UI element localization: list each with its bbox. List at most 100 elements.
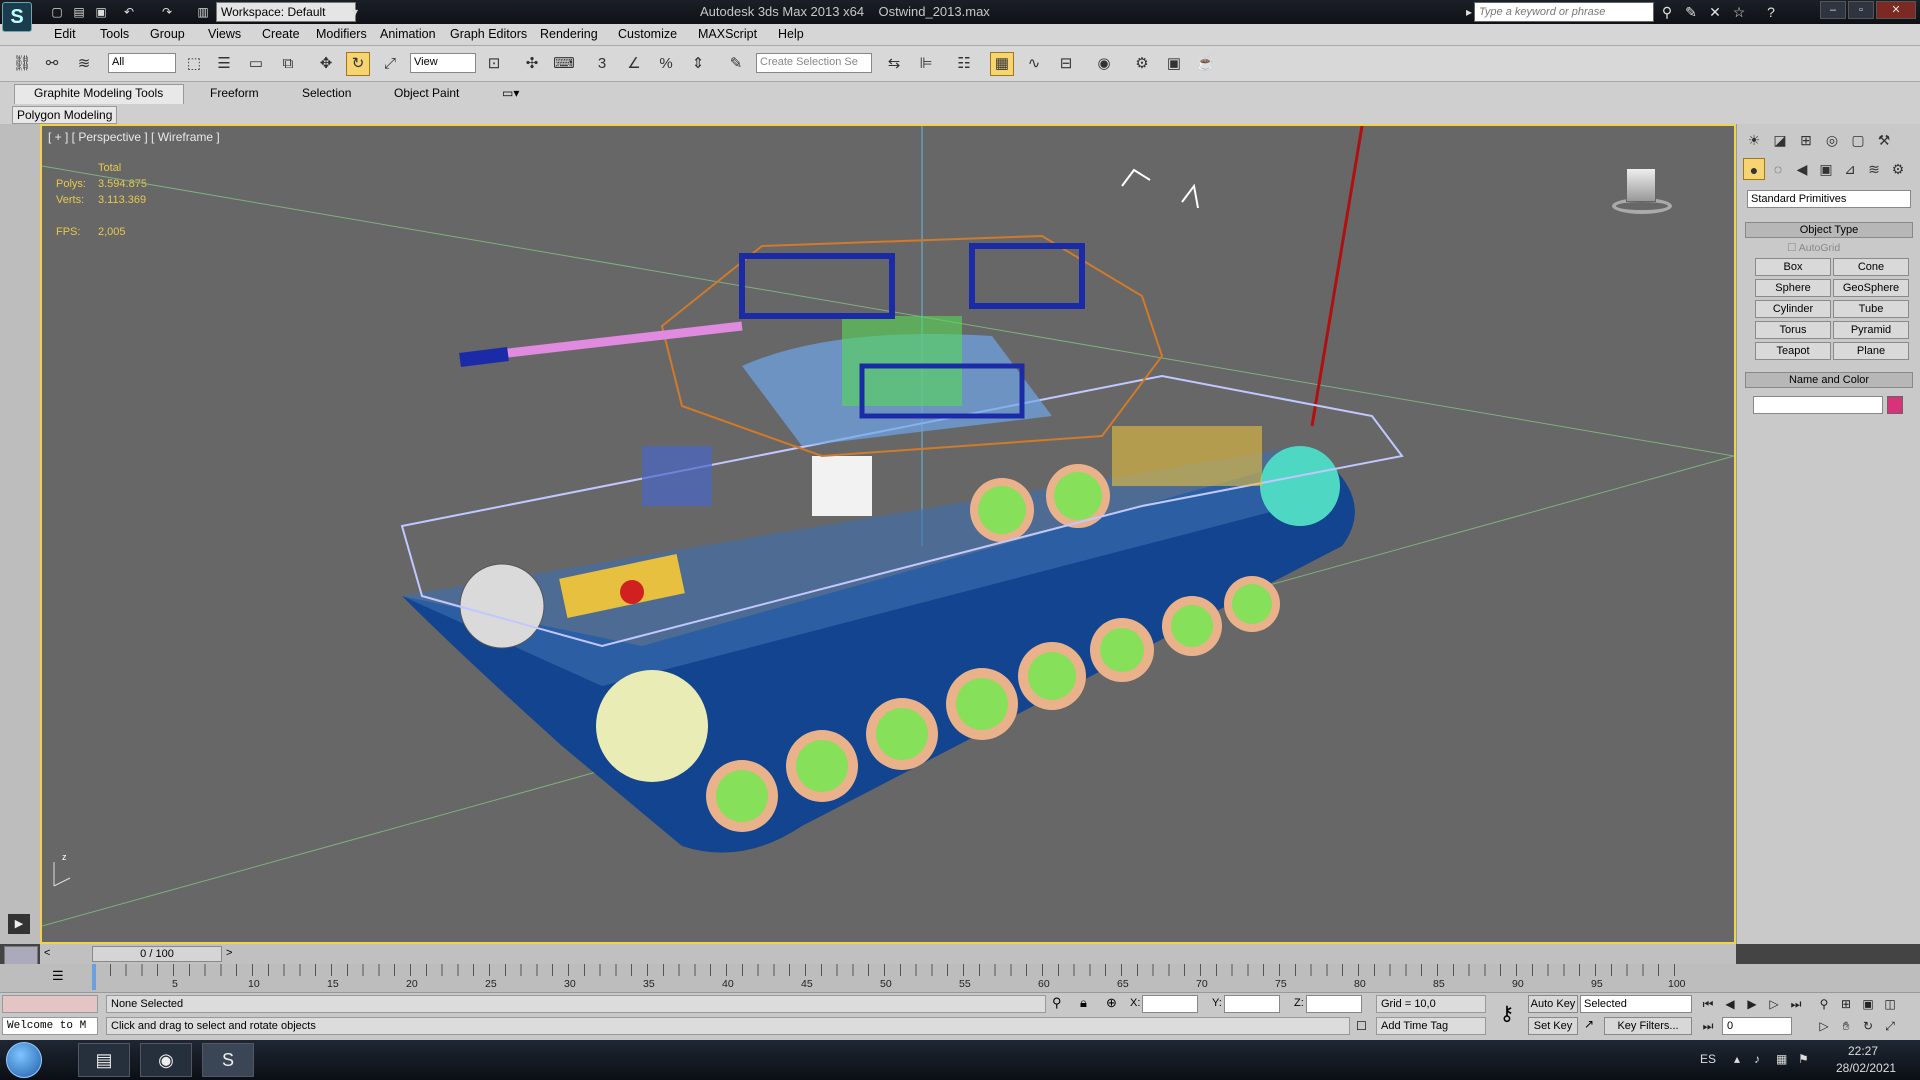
network-icon[interactable]: ▦ [1776,1052,1787,1066]
hierarchy-tab-icon[interactable]: ⊞ [1795,129,1817,151]
reference-coordinate-dropdown[interactable]: View [410,53,476,73]
graphite-toggle-icon[interactable]: ▦ [990,52,1014,76]
primitive-category-dropdown[interactable]: Standard Primitives [1747,190,1911,208]
plane-button[interactable]: Plane [1833,342,1909,360]
pyramid-button[interactable]: Pyramid [1833,321,1909,339]
modify-tab-icon[interactable]: ◪ [1769,129,1791,151]
window-crossing-icon[interactable]: ⧉ [276,52,300,76]
undo-icon[interactable]: ↶ [120,3,138,21]
schematic-view-icon[interactable]: ⊟ [1054,52,1078,76]
clock-date[interactable]: 28/02/2021 [1836,1061,1896,1075]
tab-graphite-modeling-tools[interactable]: Graphite Modeling Tools [34,86,163,100]
motion-tab-icon[interactable]: ◎ [1821,129,1843,151]
language-indicator[interactable]: ES [1700,1052,1716,1066]
select-object-icon[interactable]: ⬚ [182,52,206,76]
expand-play-icon[interactable]: ▶ [8,914,30,934]
key-mode-dropdown[interactable]: Selected [1580,995,1692,1013]
menu-modifiers[interactable]: Modifiers [316,27,367,41]
menu-help[interactable]: Help [778,27,804,41]
snaps-toggle-icon[interactable]: 3 [590,52,614,76]
systems-icon[interactable]: ⚙ [1887,158,1909,180]
open-mini-curve-editor-icon[interactable]: ☰ [52,968,72,986]
select-scale-icon[interactable]: ⤢ [378,52,402,76]
name-and-color-rollout[interactable]: Name and Color [1745,372,1913,388]
shapes-icon[interactable]: ◌ [1767,158,1789,180]
render-setup-icon[interactable]: ⚙ [1130,52,1154,76]
zoom-all-icon[interactable]: ⊞ [1836,995,1856,1013]
align-icon[interactable]: ⊫ [914,52,938,76]
time-next-arrow-icon[interactable]: > [226,947,232,959]
select-by-name-icon[interactable]: ☰ [212,52,236,76]
key-filters-button[interactable]: Key Filters... [1604,1017,1692,1035]
absolute-mode-icon[interactable]: ⊕ [1106,995,1117,1011]
field-of-view-icon[interactable]: ▷ [1814,1017,1834,1035]
close-button[interactable]: ✕ [1876,1,1916,19]
tab-selection[interactable]: Selection [302,86,351,100]
bind-spacewarp-icon[interactable]: ≋ [72,52,96,76]
maximize-button[interactable]: ▫ [1848,1,1874,19]
zoom-extents-icon[interactable]: ▣ [1858,995,1878,1013]
tab-freeform[interactable]: Freeform [210,86,259,100]
workspace-arrow-icon[interactable]: ▾ [346,3,364,21]
previous-frame-icon[interactable]: ◀ [1720,995,1740,1013]
current-frame-input[interactable]: 0 [1722,1017,1792,1035]
menu-edit[interactable]: Edit [54,27,76,41]
y-coordinate-input[interactable] [1224,995,1280,1013]
binoculars-icon[interactable]: ⚲ [1658,3,1676,21]
open-file-icon[interactable]: ▤ [70,3,88,21]
firefox-taskbar-icon[interactable]: ◉ [140,1043,192,1077]
maxscript-mini-listener[interactable]: Welcome to M [2,1017,98,1035]
auto-key-button[interactable]: Auto Key [1528,995,1578,1013]
object-type-rollout[interactable]: Object Type [1745,222,1913,238]
new-file-icon[interactable]: ▢ [48,3,66,21]
mirror-icon[interactable]: ⇆ [882,52,906,76]
named-selection-dropdown[interactable]: Create Selection Se [756,53,872,73]
minimize-button[interactable]: – [1820,1,1846,19]
tab-object-paint[interactable]: Object Paint [394,86,459,100]
helpers-icon[interactable]: ⊿ [1839,158,1861,180]
goto-start-icon[interactable]: ⏮ [1698,995,1718,1013]
unlink-icon[interactable]: ⚯ [40,52,64,76]
menu-graph-editors[interactable]: Graph Editors [450,27,527,41]
geometry-icon[interactable]: ● [1743,158,1765,180]
start-button[interactable] [6,1042,42,1078]
next-frame-icon[interactable]: ▷ [1764,995,1784,1013]
material-editor-icon[interactable]: ◉ [1092,52,1116,76]
ribbon-options-icon[interactable]: ▭▾ [502,86,519,100]
pan-icon[interactable]: ✋︎ [1836,1017,1856,1035]
time-tag-checkbox-icon[interactable]: ☐ [1356,1019,1367,1033]
cone-button[interactable]: Cone [1833,258,1909,276]
menu-maxscript[interactable]: MAXScript [698,27,757,41]
wireframe-tank-model[interactable]: z [42,126,1734,942]
torus-button[interactable]: Torus [1755,321,1831,339]
viewcube-box-icon[interactable] [1626,168,1656,202]
link-icon[interactable]: ⛓ [10,52,34,76]
spacewarps-icon[interactable]: ≋ [1863,158,1885,180]
x-coordinate-input[interactable] [1142,995,1198,1013]
help-icon[interactable]: ? [1762,3,1780,21]
pivot-center-icon[interactable]: ⊡ [482,52,506,76]
menu-customize[interactable]: Customize [618,27,677,41]
menu-group[interactable]: Group [150,27,185,41]
isolate-selection-icon[interactable]: ⚲ [1052,995,1062,1011]
search-input[interactable]: Type a keyword or phrase [1474,2,1654,22]
z-coordinate-input[interactable] [1306,995,1362,1013]
key-mode-toggle-icon[interactable]: ⏭ [1698,1017,1718,1035]
menu-animation[interactable]: Animation [380,27,436,41]
keyboard-shortcut-override-icon[interactable]: ⌨ [552,52,576,76]
menu-rendering[interactable]: Rendering [540,27,598,41]
cylinder-button[interactable]: Cylinder [1755,300,1831,318]
select-move-icon[interactable]: ✥ [314,52,338,76]
menu-create[interactable]: Create [262,27,300,41]
communication-center-icon[interactable]: ✕ [1706,3,1724,21]
workspace-dropdown[interactable]: Workspace: Default [216,2,356,22]
goto-end-icon[interactable]: ⏭ [1786,995,1806,1013]
redo-icon[interactable]: ↷ [158,3,176,21]
viewcube[interactable] [1606,164,1678,224]
menu-tools[interactable]: Tools [100,27,129,41]
render-production-icon[interactable]: ☕ [1194,52,1218,76]
3dsmax-taskbar-icon[interactable]: S [202,1043,254,1077]
zoom-icon[interactable]: ⚲ [1814,995,1834,1013]
selection-region-icon[interactable]: ▭ [244,52,268,76]
cameras-icon[interactable]: ▣ [1815,158,1837,180]
